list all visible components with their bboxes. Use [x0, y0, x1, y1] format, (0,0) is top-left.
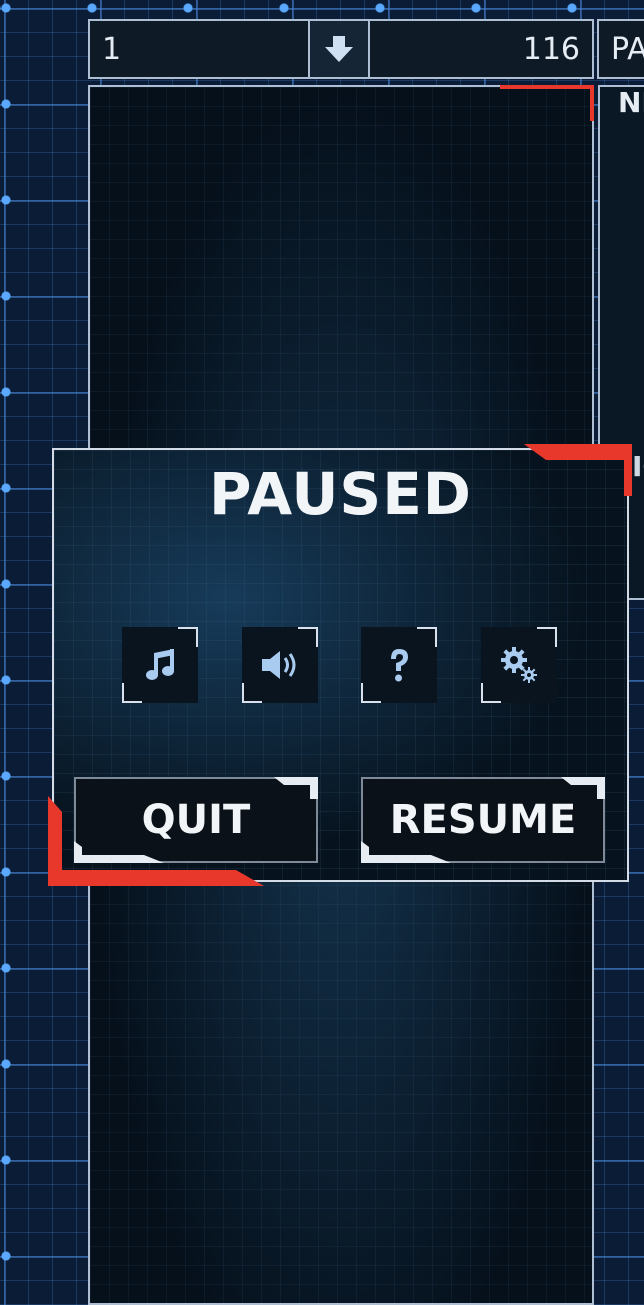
- button-corner: [361, 683, 381, 703]
- score-value: 116: [522, 31, 580, 67]
- speaker-icon: [262, 651, 296, 679]
- button-corner: [481, 683, 501, 703]
- arrow-down-icon: [325, 36, 353, 62]
- next-label: NE: [618, 86, 644, 119]
- button-corner-accent: [74, 841, 164, 863]
- button-corner: [537, 627, 557, 647]
- button-corner-accent: [361, 841, 451, 863]
- button-corner: [298, 627, 318, 647]
- help-button[interactable]: [361, 627, 437, 703]
- grid-dot-column: [0, 0, 12, 1286]
- music-note-icon: [146, 649, 174, 680]
- drop-button[interactable]: [308, 19, 370, 79]
- pause-label: PA: [611, 31, 644, 67]
- button-corner-accent: [274, 777, 318, 799]
- pause-title: PAUSED: [209, 460, 472, 528]
- side-panel-label: IC: [632, 450, 644, 483]
- field-corner-accent: [500, 85, 594, 121]
- button-corner-accent: [561, 777, 605, 799]
- resume-button[interactable]: RESUME: [361, 777, 605, 863]
- grid-dot-row: [0, 0, 644, 16]
- score-counter: 116: [368, 19, 594, 79]
- quit-button[interactable]: QUIT: [74, 777, 318, 863]
- quit-label: QUIT: [141, 797, 251, 843]
- resume-label: RESUME: [389, 797, 577, 843]
- pause-button[interactable]: PA: [597, 19, 644, 79]
- button-corner: [242, 683, 262, 703]
- button-corner: [417, 627, 437, 647]
- gears-icon: [501, 647, 537, 683]
- level-value: 1: [102, 31, 122, 67]
- music-toggle-button[interactable]: [122, 627, 198, 703]
- button-corner: [122, 683, 142, 703]
- settings-button[interactable]: [481, 627, 557, 703]
- button-corner: [178, 627, 198, 647]
- question-mark-icon: [391, 649, 408, 682]
- sound-toggle-button[interactable]: [242, 627, 318, 703]
- level-counter: 1: [88, 19, 310, 79]
